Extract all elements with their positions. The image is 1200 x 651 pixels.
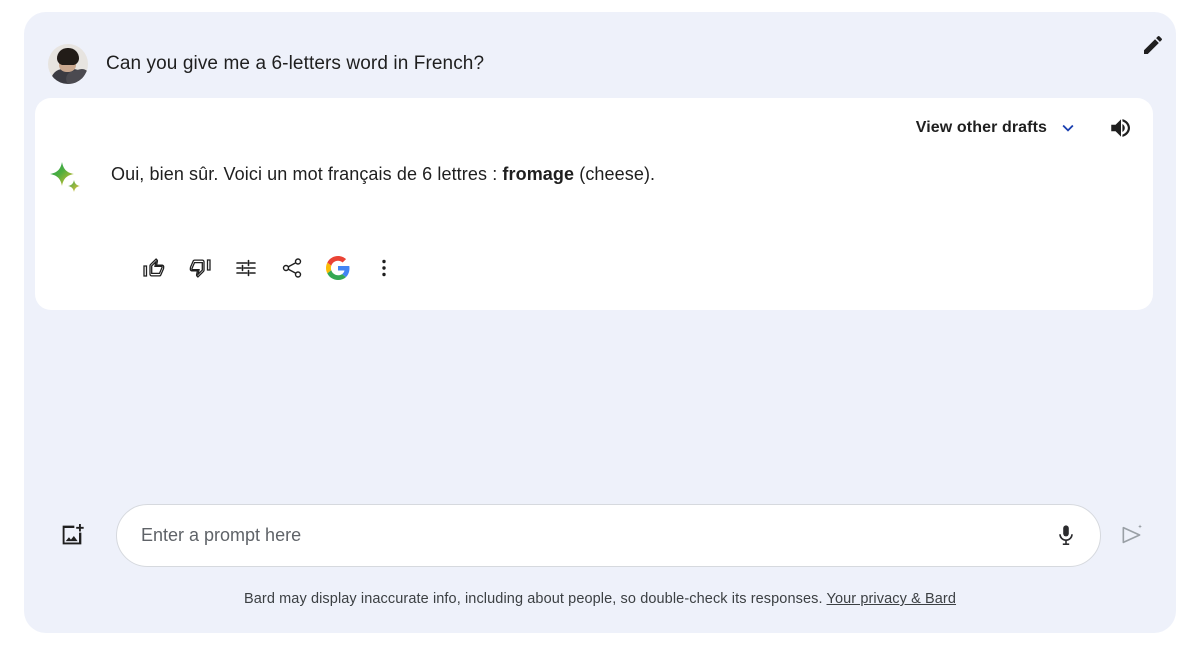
response-card-header: View other drafts — [908, 110, 1139, 146]
bard-sparkle-icon — [48, 160, 88, 196]
response-body: Oui, bien sûr. Voici un mot français de … — [48, 160, 655, 196]
thumb-down-icon — [189, 259, 211, 278]
user-prompt-text: Can you give me a 6-letters word in Fren… — [106, 53, 485, 74]
thumb-up-button[interactable] — [131, 246, 177, 290]
listen-button[interactable] — [1103, 110, 1139, 146]
view-other-drafts-label: View other drafts — [915, 119, 1047, 136]
send-sparkle-icon — [1122, 524, 1143, 544]
thumb-down-button[interactable] — [177, 246, 223, 290]
send-button[interactable] — [1113, 515, 1152, 555]
response-card: View other drafts Oui, bien sûr. Voici u… — [35, 98, 1153, 310]
user-avatar — [48, 44, 88, 84]
prompt-input-container[interactable] — [116, 503, 1101, 567]
volume-up-icon — [1111, 119, 1130, 137]
avatar-hair — [57, 48, 79, 65]
google-g-icon — [326, 256, 350, 280]
google-it-button[interactable] — [315, 246, 361, 290]
view-other-drafts-button[interactable]: View other drafts — [908, 111, 1087, 145]
add-image-icon — [62, 524, 84, 545]
thumb-up-icon — [143, 258, 165, 277]
edit-prompt-button[interactable] — [1136, 28, 1170, 62]
pencil-icon — [1144, 35, 1163, 54]
response-text: Oui, bien sûr. Voici un mot français de … — [111, 160, 655, 187]
response-text-lead: Oui, bien sûr. Voici un mot français de … — [111, 164, 503, 184]
modify-response-button[interactable] — [223, 246, 269, 290]
upload-image-button[interactable] — [52, 515, 92, 555]
response-text-highlight: fromage — [502, 164, 575, 184]
microphone-icon — [1059, 525, 1073, 546]
share-button[interactable] — [269, 246, 315, 290]
footer-disclaimer: Bard may display inaccurate info, includ… — [24, 591, 1176, 607]
response-text-trail: (cheese). — [574, 164, 656, 184]
footer-disclaimer-text: Bard may display inaccurate info, includ… — [243, 591, 823, 607]
chevron-down-icon — [1062, 124, 1074, 132]
response-actions — [131, 246, 407, 290]
share-icon — [282, 258, 302, 278]
user-prompt-row: Can you give me a 6-letters word in Fren… — [48, 34, 1152, 94]
more-options-button[interactable] — [361, 246, 407, 290]
tune-icon — [236, 259, 256, 277]
prompt-input[interactable] — [141, 524, 1040, 546]
privacy-link[interactable]: Your privacy & Bard — [827, 591, 957, 607]
composer — [48, 503, 1152, 567]
mic-button[interactable] — [1048, 517, 1084, 553]
more-vert-icon — [382, 259, 386, 277]
bard-chat-panel: Can you give me a 6-letters word in Fren… — [24, 12, 1176, 633]
